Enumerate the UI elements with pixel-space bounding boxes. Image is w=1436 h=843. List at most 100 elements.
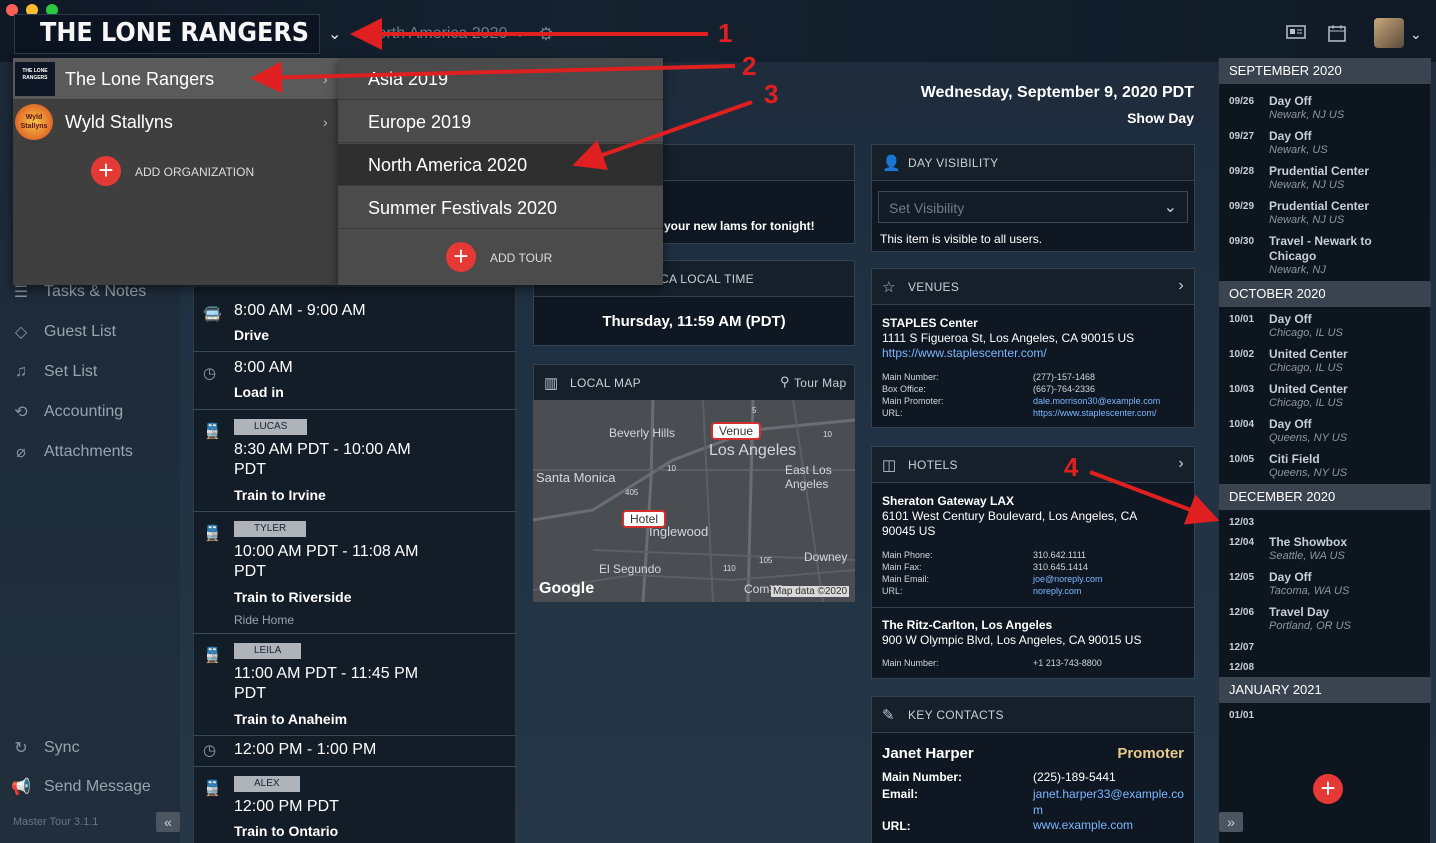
hotel-pin[interactable]: Hotel bbox=[622, 510, 667, 528]
calendar-event: United Center bbox=[1269, 347, 1348, 361]
add-organization-button[interactable]: + ADD ORGANIZATION bbox=[91, 156, 291, 186]
calendar-day[interactable]: 10/01 Day Off Chicago, IL US bbox=[1229, 312, 1429, 347]
user-avatar[interactable] bbox=[1374, 18, 1404, 48]
contact-url-value[interactable]: www.example.com bbox=[1033, 818, 1133, 832]
sidebar-item-set-list[interactable]: ♫ Set List bbox=[10, 361, 97, 383]
org-item-lone-rangers[interactable]: THE LONE RANGERS The Lone Rangers › bbox=[13, 58, 338, 100]
chevron-down-icon: ⌄ bbox=[1163, 199, 1177, 216]
tour-map-link[interactable]: Tour Map bbox=[794, 376, 846, 390]
calendar-day[interactable]: 09/29 Prudential Center Newark, NJ US bbox=[1229, 199, 1429, 234]
org-chevron-down-icon[interactable]: ⌄ bbox=[328, 24, 341, 44]
calendar-day[interactable]: 12/04 The Showbox Seattle, WA US bbox=[1229, 535, 1429, 570]
venues-header[interactable]: ☆ VENUES › bbox=[872, 269, 1194, 305]
calendar-day[interactable]: 12/05 Day Off Tacoma, WA US bbox=[1229, 570, 1429, 605]
schedule-event[interactable]: ◷ 8:00 AM Load in bbox=[193, 351, 516, 409]
schedule-event[interactable]: 🚆 LEILA 11:00 AM PDT - 11:45 PM PDT Trai… bbox=[193, 633, 516, 735]
tour-item-europe-2019[interactable]: Europe 2019 bbox=[338, 101, 663, 143]
schedule-event[interactable]: 🚆 ALEX 12:00 PM PDT Train to Ontario bbox=[193, 766, 516, 843]
local-map[interactable]: Beverly Hills Los Angeles East Los Angel… bbox=[533, 400, 855, 602]
calendar-day[interactable]: 10/04 Day Off Queens, NY US bbox=[1229, 417, 1429, 452]
contact-email-value[interactable]: janet.harper33@example.com bbox=[1033, 786, 1188, 818]
clock-icon: ◷ bbox=[203, 742, 217, 759]
sidebar-item-guest-list[interactable]: ◇ Guest List bbox=[10, 321, 116, 343]
send-message-button[interactable]: 📢 Send Message bbox=[10, 776, 151, 798]
calendar-panel: SEPTEMBER 2020 09/26 Day Off Newark, NJ US… bbox=[1218, 58, 1431, 843]
expand-panel-button[interactable]: » bbox=[1219, 812, 1243, 832]
local-map-header: ▥ LOCAL MAP ⚲ Tour Map bbox=[534, 365, 854, 401]
contact-card-icon[interactable] bbox=[1286, 24, 1306, 45]
calendar-icon[interactable] bbox=[1328, 24, 1346, 47]
add-tour-button[interactable]: + ADD TOUR bbox=[446, 242, 606, 272]
calendar-day[interactable]: 10/02 United Center Chicago, IL US bbox=[1229, 347, 1429, 382]
calendar-day[interactable]: 09/30 Travel - Newark to Chicago Newark, N… bbox=[1229, 234, 1429, 282]
calendar-location: Newark, NJ US bbox=[1269, 109, 1345, 121]
calendar-date: 09/28 bbox=[1229, 166, 1255, 177]
hotels-card: ◫ HOTELS › Sheraton Gateway LAX 6101 Wes… bbox=[871, 446, 1195, 679]
map-label: Beverly Hills bbox=[609, 426, 676, 440]
calendar-event: Travel Day bbox=[1269, 605, 1330, 619]
calendar-date: 10/03 bbox=[1229, 384, 1255, 395]
event-time: 12:00 PM PDT bbox=[234, 798, 339, 815]
calendar-day[interactable]: 09/27 Day Off Newark, US bbox=[1229, 129, 1429, 164]
tour-item-asia-2019[interactable]: Asia 2019 bbox=[338, 58, 663, 100]
paperclip-icon: ⌀ bbox=[16, 444, 26, 461]
calendar-location: Newark, NJ US bbox=[1269, 214, 1345, 226]
detail-value[interactable]: joe@noreply.com bbox=[1033, 573, 1103, 585]
event-title: Load in bbox=[234, 384, 284, 400]
chevron-right-icon[interactable]: › bbox=[1178, 277, 1184, 295]
calendar-day[interactable]: 12/03 bbox=[1229, 515, 1429, 535]
avatar-chevron-down-icon[interactable]: ⌄ bbox=[1410, 26, 1422, 43]
hotel-address: 900 W Olympic Blvd, Los Angeles, CA 9001… bbox=[882, 633, 1142, 647]
calendar-event: Day Off bbox=[1269, 94, 1312, 108]
detail-value[interactable]: https://www.staplescenter.com/ bbox=[1033, 407, 1160, 419]
map-road-marker: 5 bbox=[752, 406, 757, 415]
tour-chevron-down-icon[interactable]: ⌄ bbox=[515, 26, 525, 40]
calendar-day[interactable]: 12/07 bbox=[1229, 640, 1429, 660]
visibility-select[interactable]: Set Visibility ⌄ bbox=[878, 191, 1188, 223]
assignee-tag: TYLER bbox=[234, 521, 307, 537]
sidebar-item-accounting[interactable]: ⟲ Accounting bbox=[10, 401, 123, 423]
detail-value[interactable]: dale.morrison30@example.com bbox=[1033, 395, 1160, 407]
detail-value[interactable]: noreply.com bbox=[1033, 585, 1103, 597]
map-label: El Segundo bbox=[599, 562, 662, 576]
local-map-heading: LOCAL MAP bbox=[570, 376, 641, 390]
sidebar-item-label: Set List bbox=[44, 363, 98, 380]
contact-url-label: URL: bbox=[882, 819, 911, 833]
sync-button[interactable]: ↻ Sync bbox=[10, 737, 79, 759]
venue-url[interactable]: https://www.staplescenter.com/ bbox=[882, 346, 1047, 360]
collapse-sidebar-button[interactable]: « bbox=[156, 812, 180, 832]
org-item-wyld-stallyns[interactable]: Wyld Stallyns Wyld Stallyns › bbox=[13, 101, 338, 143]
schedule-event[interactable]: 🚆 TYLER 10:00 AM PDT - 11:08 AM PDT Trai… bbox=[193, 511, 516, 633]
detail-label: Main Email: bbox=[882, 574, 930, 584]
calendar-event: Day Off bbox=[1269, 312, 1312, 326]
tour-item-north-america-2020[interactable]: North America 2020 bbox=[338, 144, 663, 186]
map-copyright: Map data ©2020 bbox=[771, 586, 850, 597]
calendar-location: Newark, NJ US bbox=[1269, 179, 1345, 191]
tour-item-summer-festivals-2020[interactable]: Summer Festivals 2020 bbox=[338, 187, 663, 229]
sidebar-item-attachments[interactable]: ⌀ Attachments bbox=[10, 441, 133, 463]
calendar-date: 09/29 bbox=[1229, 201, 1255, 212]
calendar-day[interactable]: 01/01 bbox=[1229, 708, 1429, 728]
calendar-month-header: JANUARY 2021 bbox=[1219, 677, 1431, 703]
calendar-day[interactable]: 09/28 Prudential Center Newark, NJ US bbox=[1229, 164, 1429, 199]
train-icon: 🚆 bbox=[203, 647, 222, 664]
chevron-right-icon[interactable]: › bbox=[1178, 455, 1184, 473]
calendar-day[interactable]: 10/03 United Center Chicago, IL US bbox=[1229, 382, 1429, 417]
calendar-day[interactable]: 10/05 Citi Field Queens, NY US bbox=[1229, 452, 1429, 487]
calendar-day[interactable]: 09/26 Day Off Newark, NJ US bbox=[1229, 94, 1429, 129]
schedule-event[interactable]: 🚆 LUCAS 8:30 AM PDT - 10:00 AM PDT Train… bbox=[193, 409, 516, 511]
venue-pin[interactable]: Venue bbox=[711, 422, 762, 440]
gear-icon[interactable]: ⚙ bbox=[538, 24, 554, 45]
hotels-header[interactable]: ◫ HOTELS › bbox=[872, 447, 1194, 483]
calendar-day[interactable]: 12/06 Travel Day Portland, OR US bbox=[1229, 605, 1429, 640]
calendar-event: Prudential Center bbox=[1269, 199, 1370, 213]
schedule-event[interactable]: 🚍 8:00 AM - 9:00 AM Drive bbox=[193, 293, 516, 351]
calendar-event: Travel - Newark to Chicago bbox=[1269, 234, 1372, 263]
schedule-event[interactable]: ◷ 12:00 PM - 1:00 PM bbox=[193, 735, 516, 766]
venues-heading: VENUES bbox=[908, 280, 960, 294]
tour-select[interactable]: North America 2020 bbox=[366, 25, 507, 43]
google-logo: Google bbox=[539, 580, 595, 597]
calendar-month-header: DECEMBER 2020 bbox=[1219, 484, 1431, 510]
detail-label: Main Phone: bbox=[882, 550, 933, 560]
add-day-button[interactable]: + bbox=[1313, 774, 1343, 804]
